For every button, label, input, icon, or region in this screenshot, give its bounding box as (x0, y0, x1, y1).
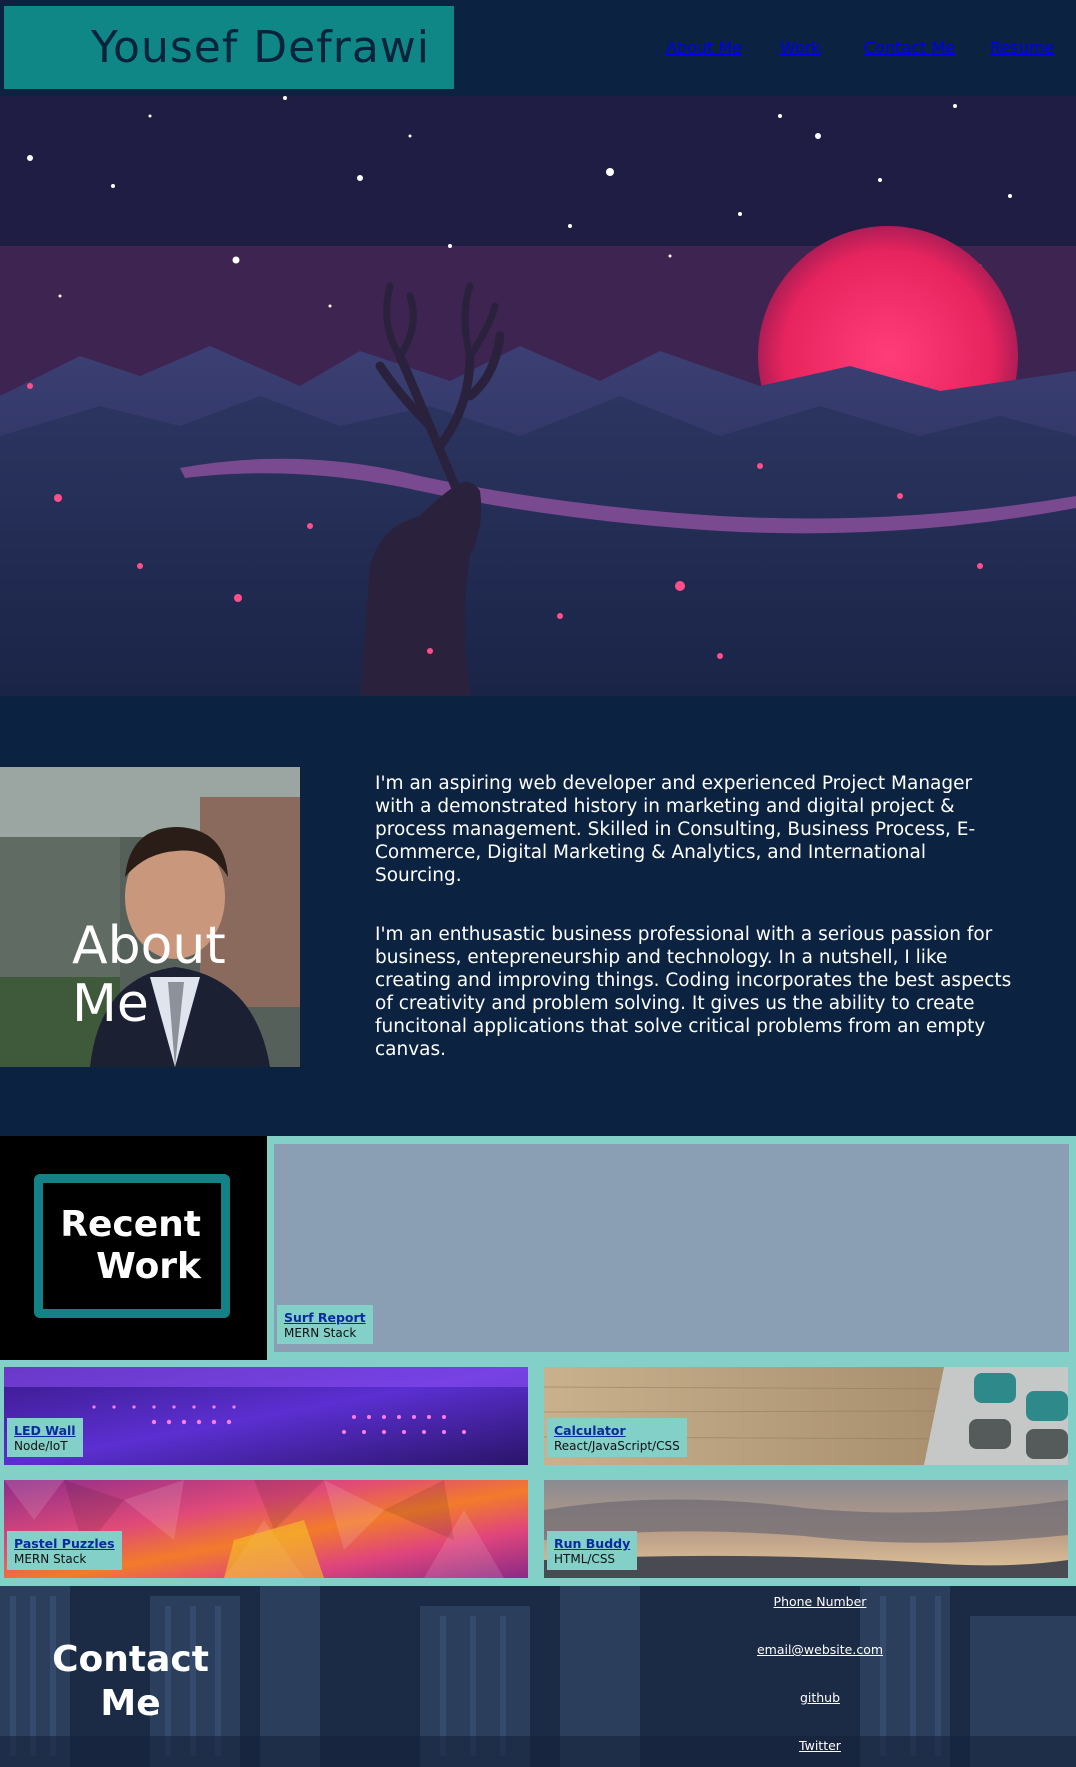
project-link[interactable]: Surf Report (284, 1310, 366, 1325)
project-label: Surf Report MERN Stack (277, 1305, 373, 1344)
project-stack: MERN Stack (14, 1552, 87, 1566)
contact-title-line: Contact (52, 1639, 209, 1680)
recent-work-section: Recent Work Surf Report MERN Stack LED W… (0, 1136, 1076, 1586)
nav-link-about[interactable]: About Me (666, 38, 742, 57)
project-label: Pastel Puzzles MERN Stack (7, 1531, 122, 1570)
nav-link-resume[interactable]: Resume (990, 38, 1054, 57)
contact-section: Contact Me Phone Number email@website.co… (0, 1586, 1076, 1767)
project-stack: React/JavaScript/CSS (554, 1439, 680, 1453)
recent-work-title-line: Work (96, 1246, 201, 1287)
contact-link-email[interactable]: email@website.com (740, 1642, 900, 1657)
about-text: I'm an aspiring web developer and experi… (375, 772, 1015, 1097)
project-card-surf-report[interactable]: Surf Report MERN Stack (274, 1144, 1069, 1352)
contact-link-twitter[interactable]: Twitter (740, 1738, 900, 1753)
project-card-led-wall[interactable]: LED Wall Node/IoT (4, 1367, 528, 1465)
contact-links: Phone Number email@website.com github Tw… (740, 1586, 900, 1767)
profile-photo: About Me (0, 767, 300, 1067)
nav-link-contact[interactable]: Contact Me (864, 38, 955, 57)
project-stack: Node/IoT (14, 1439, 68, 1453)
brand-name: Yousef Defrawi (90, 22, 430, 73)
project-card-calculator[interactable]: Calculator React/JavaScript/CSS (544, 1367, 1068, 1465)
contact-title: Contact Me (48, 1638, 213, 1726)
brand-box: Yousef Defrawi (4, 6, 454, 89)
hero-image (0, 96, 1076, 696)
project-stack: MERN Stack (284, 1326, 357, 1340)
project-link[interactable]: Calculator (554, 1423, 680, 1438)
project-stack: HTML/CSS (554, 1552, 616, 1566)
led-wall-thumbnail (4, 1367, 528, 1465)
contact-link-phone[interactable]: Phone Number (740, 1594, 900, 1609)
about-paragraph: I'm an aspiring web developer and experi… (375, 773, 976, 886)
about-section: About Me I'm an aspiring web developer a… (0, 696, 1076, 1136)
contact-title-line: Me (100, 1683, 161, 1724)
portfolio-page: Yousef Defrawi About Me Work Contact Me … (0, 0, 1076, 1767)
project-label: LED Wall Node/IoT (7, 1418, 83, 1457)
project-link[interactable]: Pastel Puzzles (14, 1536, 115, 1551)
recent-work-title-line: Recent (60, 1204, 201, 1245)
project-card-run-buddy[interactable]: Run Buddy HTML/CSS (544, 1480, 1068, 1578)
recent-work-title-box: Recent Work (0, 1136, 267, 1360)
site-header: Yousef Defrawi About Me Work Contact Me … (0, 0, 1076, 96)
about-paragraph: I'm an enthusastic business professional… (375, 924, 1012, 1060)
about-title: About Me (72, 916, 226, 1034)
recent-work-title-frame: Recent Work (34, 1174, 230, 1318)
project-link[interactable]: LED Wall (14, 1423, 76, 1438)
project-label: Calculator React/JavaScript/CSS (547, 1418, 687, 1457)
nav-link-work[interactable]: Work (780, 38, 821, 57)
project-link[interactable]: Run Buddy (554, 1536, 630, 1551)
project-label: Run Buddy HTML/CSS (547, 1531, 638, 1570)
hero-illustration (0, 96, 1076, 696)
contact-link-github[interactable]: github (740, 1690, 900, 1705)
project-card-pastel-puzzles[interactable]: Pastel Puzzles MERN Stack (4, 1480, 528, 1578)
